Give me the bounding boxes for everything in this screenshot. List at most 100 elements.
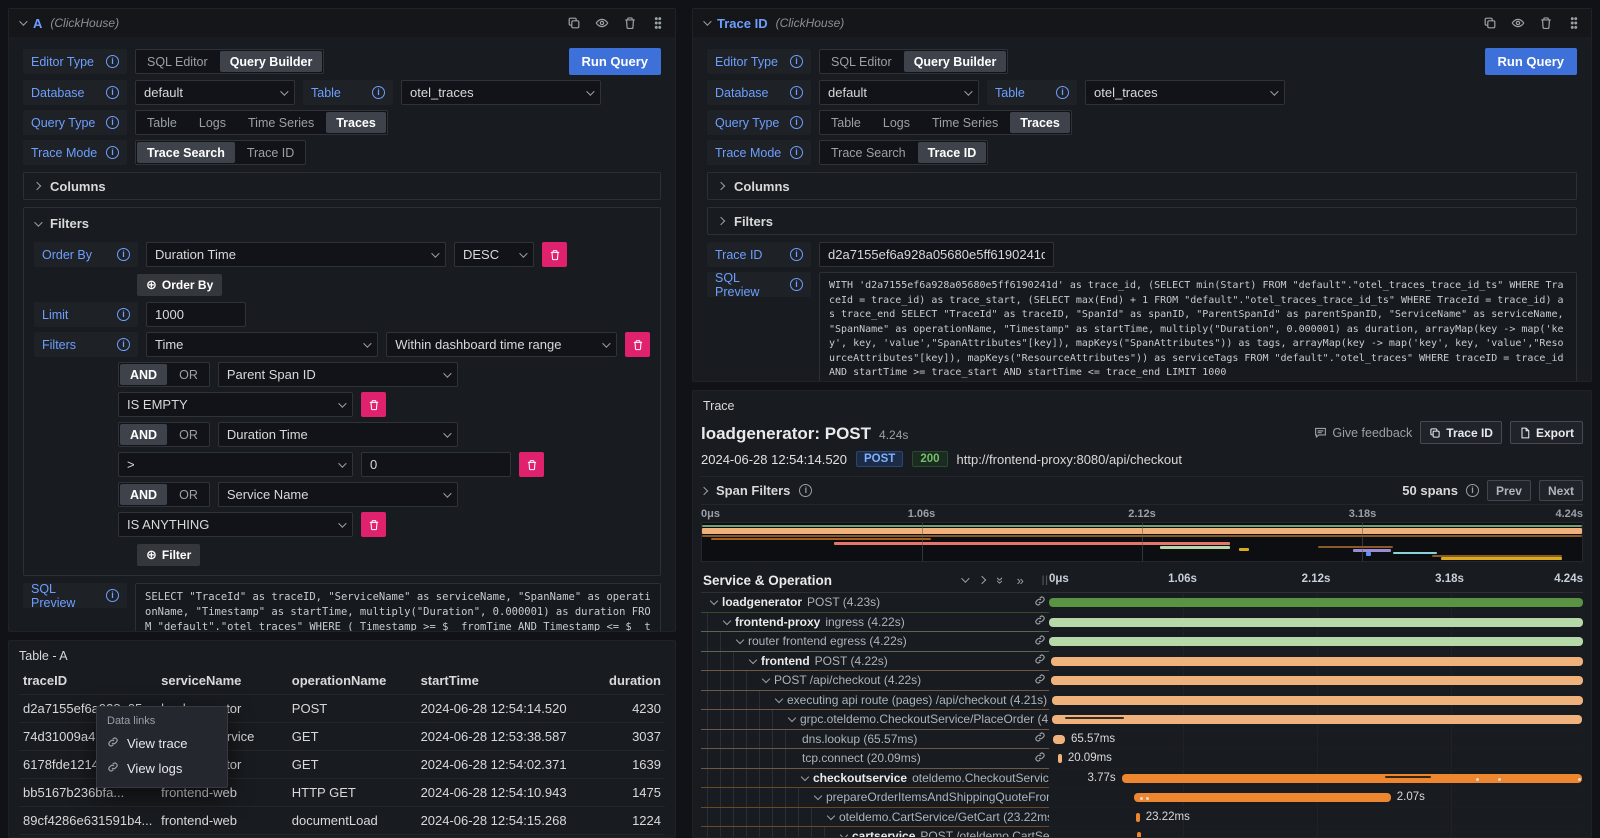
filter-value-select[interactable]: Within dashboard time range xyxy=(386,332,617,357)
chevron-down-icon[interactable] xyxy=(814,792,822,800)
chevron-down-icon[interactable] xyxy=(827,812,835,820)
filters-section-toggle[interactable]: Filters xyxy=(707,207,1577,235)
eye-icon[interactable] xyxy=(1511,16,1525,30)
condition-operator-select[interactable]: > xyxy=(118,452,353,477)
filter-field-select[interactable]: Time xyxy=(146,332,378,357)
span-bar[interactable] xyxy=(1049,618,1583,627)
remove-condition-button[interactable] xyxy=(519,452,544,477)
option-sql-editor[interactable]: SQL Editor xyxy=(821,51,902,72)
span-link-icon[interactable] xyxy=(1034,731,1047,746)
chevron-down-icon[interactable] xyxy=(710,597,718,605)
option-logs[interactable]: Logs xyxy=(189,112,236,133)
info-icon[interactable]: i xyxy=(790,86,803,99)
give-feedback-link[interactable]: Give feedback xyxy=(1314,426,1412,440)
info-icon[interactable]: i xyxy=(790,278,803,291)
span-bar[interactable] xyxy=(1051,676,1583,685)
span-bar[interactable] xyxy=(1051,657,1583,666)
column-resize-handle[interactable]: || xyxy=(1042,575,1049,586)
column-header-serviceName[interactable]: serviceName xyxy=(157,667,288,695)
span-row[interactable]: oteldemo.CartService/GetCart (23.22ms)23… xyxy=(701,808,1583,828)
data-link-view-trace[interactable]: View trace xyxy=(97,731,227,756)
duplicate-icon[interactable] xyxy=(1483,16,1497,30)
remove-filter-button[interactable] xyxy=(625,332,650,357)
option-query-builder[interactable]: Query Builder xyxy=(220,51,323,72)
info-icon[interactable]: i xyxy=(106,116,119,129)
info-icon[interactable]: i xyxy=(106,146,119,159)
span-row[interactable]: dns.lookup (65.57ms)65.57ms xyxy=(701,730,1583,750)
chevron-down-icon[interactable] xyxy=(723,617,731,625)
database-select[interactable]: default xyxy=(819,80,979,105)
collapse-chevron-icon[interactable] xyxy=(19,17,27,25)
info-icon[interactable]: i xyxy=(117,338,130,351)
option-table[interactable]: Table xyxy=(821,112,871,133)
condition-operator-select[interactable]: IS ANYTHING xyxy=(118,512,353,537)
info-icon[interactable]: i xyxy=(1056,86,1069,99)
prev-button[interactable]: Prev xyxy=(1487,480,1531,501)
info-icon[interactable]: i xyxy=(790,116,803,129)
table-select[interactable]: otel_traces xyxy=(1085,80,1285,105)
eye-icon[interactable] xyxy=(595,16,609,30)
chevron-down-icon[interactable] xyxy=(840,831,848,838)
info-icon[interactable]: i xyxy=(106,86,119,99)
export-button[interactable]: Export xyxy=(1510,421,1583,444)
trash-icon[interactable] xyxy=(1539,16,1553,30)
condition-field-select[interactable]: Service Name xyxy=(218,482,458,507)
span-link-icon[interactable] xyxy=(1034,653,1047,668)
column-header-duration[interactable]: duration xyxy=(605,667,665,695)
trace-minimap[interactable] xyxy=(701,522,1583,562)
info-icon[interactable]: i xyxy=(790,146,803,159)
span-bar[interactable] xyxy=(1053,735,1065,744)
expand-one-icon[interactable] xyxy=(978,576,986,584)
remove-condition-button[interactable] xyxy=(361,392,386,417)
info-icon[interactable]: i xyxy=(117,248,130,261)
span-link-icon[interactable] xyxy=(1034,673,1047,688)
condition-value-input[interactable] xyxy=(361,452,511,477)
option-logs[interactable]: Logs xyxy=(873,112,920,133)
span-row[interactable]: frontendPOST (4.22s) xyxy=(701,652,1583,672)
chevron-down-icon[interactable] xyxy=(775,695,783,703)
data-link-view-logs[interactable]: View logs xyxy=(97,756,227,781)
span-row[interactable]: cartservicePOST /oteldemo.CartService/Ge… xyxy=(701,827,1583,838)
chevron-down-icon[interactable] xyxy=(801,773,809,781)
chevron-right-icon[interactable] xyxy=(700,486,708,494)
option-time-series[interactable]: Time Series xyxy=(238,112,324,133)
info-icon[interactable]: i xyxy=(372,86,385,99)
run-query-button[interactable]: Run Query xyxy=(1485,48,1577,75)
trace-id-input[interactable] xyxy=(819,242,1054,267)
span-bar[interactable] xyxy=(1052,715,1582,724)
drag-handle-icon[interactable] xyxy=(651,16,665,30)
trace-id-link[interactable]: 3ce7ccfc9194l996c... xyxy=(19,835,157,838)
remove-order-by-button[interactable] xyxy=(542,242,567,267)
span-row[interactable]: frontend-proxyingress (4.22s) xyxy=(701,613,1583,633)
span-link-icon[interactable] xyxy=(1034,634,1047,649)
column-header-startTime[interactable]: startTime xyxy=(417,667,605,695)
order-by-select[interactable]: Duration Time xyxy=(146,242,446,267)
option-and[interactable]: AND xyxy=(120,484,167,505)
option-or[interactable]: OR xyxy=(169,424,208,445)
span-link-icon[interactable] xyxy=(1034,595,1047,610)
span-link-icon[interactable] xyxy=(1034,614,1047,629)
next-button[interactable]: Next xyxy=(1539,480,1583,501)
option-trace-id[interactable]: Trace ID xyxy=(237,142,304,163)
span-bar[interactable] xyxy=(1049,637,1583,646)
span-row[interactable]: tcp.connect (20.09ms)20.09ms xyxy=(701,749,1583,769)
expand-all-icon[interactable]: » xyxy=(1017,574,1024,587)
add-filter-button[interactable]: ⊕Filter xyxy=(137,544,200,566)
limit-input[interactable] xyxy=(146,302,246,327)
collapse-one-icon[interactable] xyxy=(961,574,969,582)
span-bar[interactable] xyxy=(1134,793,1390,802)
chevron-down-icon[interactable] xyxy=(762,675,770,683)
option-table[interactable]: Table xyxy=(137,112,187,133)
span-bar[interactable] xyxy=(1122,774,1582,783)
filters-section-toggle[interactable]: Filters xyxy=(34,212,650,237)
chevron-down-icon[interactable] xyxy=(788,714,796,722)
option-trace-id[interactable]: Trace ID xyxy=(918,142,987,163)
option-traces[interactable]: Traces xyxy=(326,112,386,133)
condition-field-select[interactable]: Duration Time xyxy=(218,422,458,447)
info-icon[interactable]: i xyxy=(790,248,803,261)
chevron-down-icon[interactable] xyxy=(749,656,757,664)
drag-handle-icon[interactable] xyxy=(1567,16,1581,30)
trash-icon[interactable] xyxy=(623,16,637,30)
info-icon[interactable]: i xyxy=(790,55,803,68)
info-icon[interactable]: i xyxy=(117,308,130,321)
